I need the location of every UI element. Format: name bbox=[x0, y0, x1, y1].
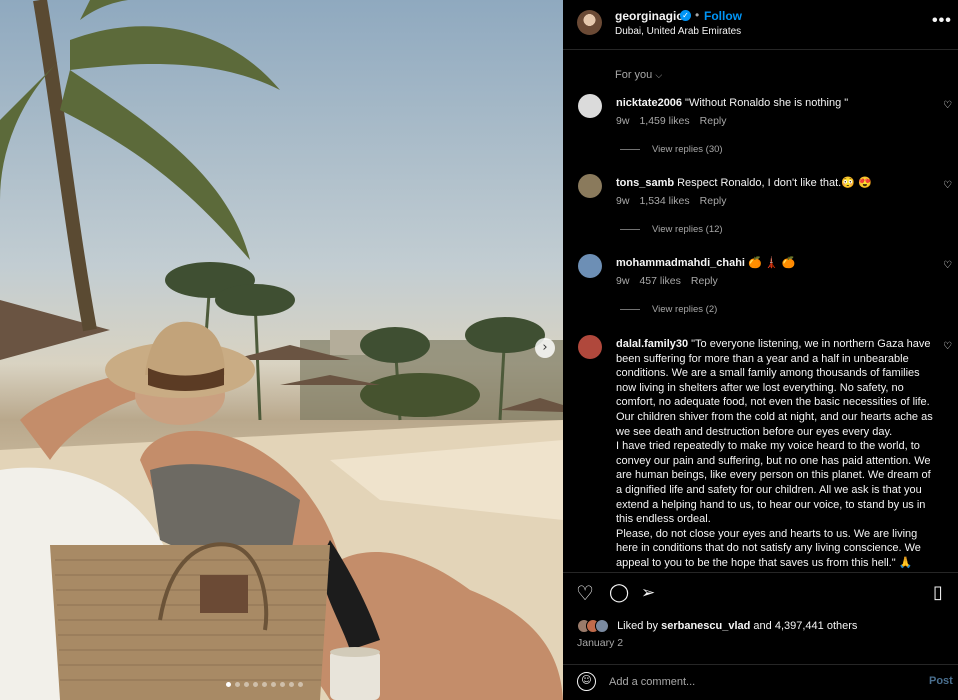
next-slide-button[interactable]: › bbox=[535, 338, 555, 358]
post-actions: ♡ ◯ ➢ ▯ Liked by serbanescu_vlad and 4,3… bbox=[563, 572, 958, 700]
likes-summary[interactable]: Liked by serbanescu_vlad and 4,397,441 o… bbox=[577, 619, 857, 633]
commenter-username[interactable]: tons_samb bbox=[616, 177, 674, 189]
post-location[interactable]: Dubai, United Arab Emirates bbox=[615, 26, 741, 37]
comment-reply-button[interactable]: Reply bbox=[700, 195, 727, 207]
comment-age: 9w bbox=[616, 115, 630, 127]
comments-list[interactable]: For you ⌵ nicktate2006 "Without Ronaldo s… bbox=[563, 51, 958, 571]
comment-reply-button[interactable]: Reply bbox=[700, 115, 727, 127]
comment-filter-dropdown[interactable]: For you ⌵ bbox=[615, 69, 662, 81]
replies-divider bbox=[620, 308, 640, 310]
author-username[interactable]: georginagio bbox=[615, 9, 684, 23]
carousel-dot bbox=[244, 682, 249, 687]
commenter-avatar[interactable] bbox=[578, 94, 602, 118]
author-avatar[interactable] bbox=[577, 10, 602, 35]
header-separator: • bbox=[695, 8, 700, 22]
carousel-dot bbox=[298, 682, 303, 687]
post-media[interactable]: › bbox=[0, 0, 563, 700]
comment-like-heart-icon[interactable]: ♡ bbox=[943, 341, 952, 352]
commenter-username[interactable]: mohammadmahdi_chahi bbox=[616, 257, 745, 269]
bookmark-icon[interactable]: ▯ bbox=[933, 582, 943, 603]
comment-like-heart-icon[interactable]: ♡ bbox=[943, 260, 952, 271]
view-replies-button[interactable]: View replies (12) bbox=[620, 224, 723, 235]
comment-text: nicktate2006 "Without Ronaldo she is noth… bbox=[616, 96, 934, 111]
comment-likes-count[interactable]: 1,534 likes bbox=[639, 195, 689, 207]
view-replies-label: View replies (2) bbox=[652, 304, 718, 315]
comment-like-heart-icon[interactable]: ♡ bbox=[943, 180, 952, 191]
carousel-dot bbox=[262, 682, 267, 687]
likes-suffix[interactable]: and 4,397,441 others bbox=[750, 620, 857, 632]
liker-username[interactable]: serbanescu_vlad bbox=[661, 620, 750, 632]
commenter-avatar[interactable] bbox=[578, 254, 602, 278]
view-replies-button[interactable]: View replies (2) bbox=[620, 304, 717, 315]
carousel-dot bbox=[235, 682, 240, 687]
comment-text: mohammadmahdi_chahi 🍊 🗼 🍊 bbox=[616, 256, 934, 271]
post-date[interactable]: January 2 bbox=[577, 637, 623, 649]
post-side-panel: georginagio ✓ • Follow Dubai, United Ara… bbox=[563, 0, 958, 700]
view-replies-label: View replies (12) bbox=[652, 224, 723, 235]
share-icon[interactable]: ➢ bbox=[641, 583, 655, 603]
likes-text: Liked by serbanescu_vlad and 4,397,441 o… bbox=[617, 620, 857, 632]
comment-likes-count[interactable]: 1,459 likes bbox=[639, 115, 689, 127]
comment-age: 9w bbox=[616, 195, 630, 207]
commenter-avatar[interactable] bbox=[578, 335, 602, 359]
likes-prefix: Liked by bbox=[617, 620, 662, 632]
comment-meta: 9w 1,459 likes Reply bbox=[616, 115, 737, 127]
comment-text: dalal.family30 "To everyone listening, we… bbox=[616, 337, 934, 571]
add-comment-input[interactable] bbox=[609, 671, 909, 693]
more-options-icon[interactable]: ••• bbox=[932, 12, 952, 30]
commenter-avatar[interactable] bbox=[578, 174, 602, 198]
heart-icon[interactable]: ♡ bbox=[576, 581, 594, 605]
comment-like-heart-icon[interactable]: ♡ bbox=[943, 100, 952, 111]
carousel-dot bbox=[253, 682, 258, 687]
comment-likes-count[interactable]: 457 likes bbox=[639, 275, 680, 287]
emoji-icon[interactable]: ☺ bbox=[577, 672, 596, 691]
post-comment-button[interactable]: Post bbox=[929, 675, 953, 687]
comment-body: "To everyone listening, we in northern G… bbox=[616, 338, 933, 569]
comment-body: Respect Ronaldo, I don't like that.😳 😍 bbox=[677, 177, 872, 189]
verified-badge-icon: ✓ bbox=[680, 10, 691, 21]
carousel-dots bbox=[226, 682, 303, 687]
comment-meta: 9w 457 likes Reply bbox=[616, 275, 728, 287]
comment-age: 9w bbox=[616, 275, 630, 287]
post-header: georginagio ✓ • Follow Dubai, United Ara… bbox=[563, 0, 958, 50]
comment-icon[interactable]: ◯ bbox=[609, 582, 629, 603]
carousel-dot bbox=[226, 682, 231, 687]
carousel-dot bbox=[280, 682, 285, 687]
view-replies-button[interactable]: View replies (30) bbox=[620, 144, 723, 155]
add-comment-bar: ☺ Post bbox=[563, 664, 958, 700]
liker-avatar bbox=[595, 619, 609, 633]
comment-text: tons_samb Respect Ronaldo, I don't like t… bbox=[616, 176, 934, 191]
comment-meta: 9w 1,534 likes Reply bbox=[616, 195, 737, 207]
carousel-dot bbox=[289, 682, 294, 687]
post-photo bbox=[0, 0, 563, 700]
chevron-down-icon: ⌵ bbox=[655, 71, 663, 81]
replies-divider bbox=[620, 148, 640, 150]
comment-reply-button[interactable]: Reply bbox=[691, 275, 718, 287]
replies-divider bbox=[620, 228, 640, 230]
comment-body: "Without Ronaldo she is nothing " bbox=[685, 97, 849, 109]
comment-filter-label: For you bbox=[615, 69, 653, 81]
carousel-dot bbox=[271, 682, 276, 687]
commenter-username[interactable]: nicktate2006 bbox=[616, 97, 682, 109]
follow-button[interactable]: Follow bbox=[704, 9, 742, 23]
comment-body: 🍊 🗼 🍊 bbox=[747, 257, 796, 269]
commenter-username[interactable]: dalal.family30 bbox=[616, 338, 688, 350]
view-replies-label: View replies (30) bbox=[652, 144, 723, 155]
